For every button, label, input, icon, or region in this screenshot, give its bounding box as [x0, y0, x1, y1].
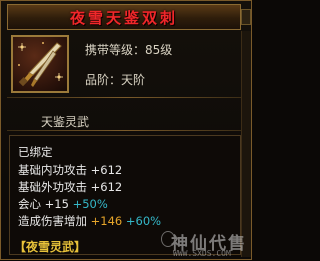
- attribute-row: 会心 +15 +50%: [18, 197, 108, 211]
- attribute-row: 基础内功攻击 +612: [18, 163, 123, 177]
- set-title: 【夜雪灵武】: [14, 240, 87, 254]
- item-title-bar: 夜雪天鉴双刺: [7, 4, 241, 30]
- attribute-row: 基础外功攻击 +612: [18, 180, 123, 194]
- carry-level: 携带等级：85级: [85, 43, 173, 57]
- bonus-percent: +60%: [125, 214, 162, 228]
- item-tooltip: 夜雪天鉴双刺 携带等级：85级 品阶：天阶 天鉴灵武 已绑定 基础内功攻击 +6…: [0, 0, 252, 260]
- item-category: 天鉴灵武: [41, 115, 90, 129]
- scrollbar[interactable]: [241, 31, 251, 257]
- watermark: 神仙代售 WWW.SXDS.COM: [161, 229, 253, 261]
- divider: [7, 130, 243, 131]
- quality-tier: 品阶：天阶: [85, 73, 146, 87]
- bound-status: 已绑定: [18, 145, 53, 159]
- watermark-url: WWW.SXDS.COM: [173, 249, 231, 258]
- attribute-row: 造成伤害增加 +146 +60%: [18, 214, 162, 228]
- dual-daggers-icon: [11, 35, 69, 93]
- divider: [7, 97, 243, 98]
- item-name: 夜雪天鉴双刺: [69, 8, 178, 27]
- close-icon[interactable]: [241, 9, 251, 25]
- bonus-percent: +50%: [72, 197, 108, 211]
